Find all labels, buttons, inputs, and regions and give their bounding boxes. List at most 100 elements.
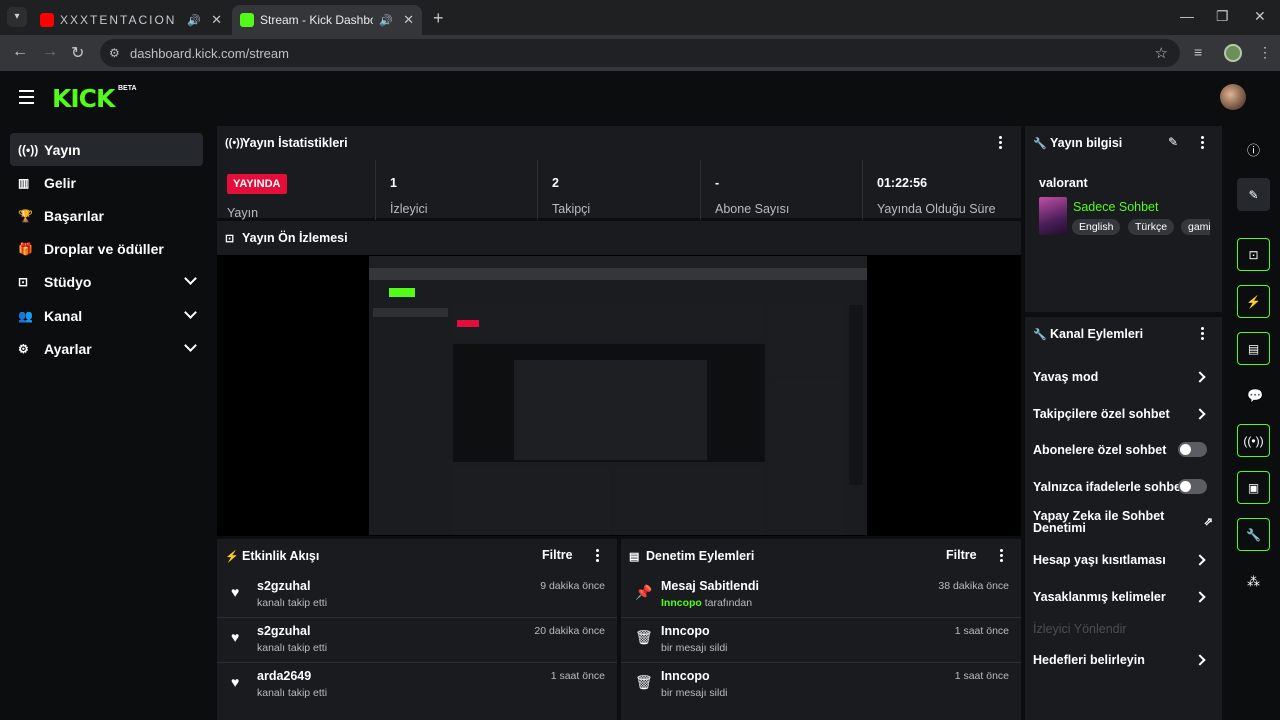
sidebar-item-droplar[interactable]: 🎁 Droplar ve ödüller [10,232,203,265]
chevron-down-icon[interactable] [184,272,197,285]
tab-title: Stream - Kick Dashboard [260,13,374,27]
chat-icon[interactable]: 💬 [1247,388,1263,404]
media-control-icon[interactable]: ≡ [1194,44,1202,60]
speaker-icon[interactable]: 🔊 [379,14,393,27]
sidebar-item-basarilar[interactable]: 🏆 Başarılar [10,199,203,232]
close-window-icon[interactable]: ✕ [1254,8,1266,25]
sidebar-item-kanal[interactable]: 👥 Kanal [10,299,203,332]
more-options-icon[interactable] [596,549,600,564]
close-tab-icon[interactable]: ✕ [211,12,222,28]
list-item: 🗑 Inncopo bir mesajı sildi 1 saat önce [621,662,1021,706]
close-tab-icon[interactable]: ✕ [403,12,414,28]
new-tab-icon[interactable]: + [433,8,444,29]
edit-stream-button[interactable]: ✎ [1237,178,1270,211]
speaker-icon[interactable]: 🔊 [187,14,201,27]
document-icon: ▤ [629,550,640,563]
moderator-name[interactable]: Inncopo [661,669,710,683]
list-item: ♥ s2gzuhal kanalı takip etti 20 dakika ö… [217,617,617,661]
emote-only-action: Yalnızca ifadelerle sohbet [1033,479,1214,494]
browser-profile-avatar[interactable] [1224,44,1242,62]
sidebar-item-yayin[interactable]: ((•)) Yayın [10,133,203,166]
info-icon[interactable]: ⓘ [1247,140,1260,159]
stat-label: Takipçi [552,202,591,216]
subscribers-only-toggle[interactable] [1178,442,1207,457]
panel-title: Etkinlik Akışı [242,549,320,563]
gift-icon: 🎁 [18,241,33,256]
chart-icon: ▥ [18,175,30,190]
ai-moderation-action[interactable]: Yapay Zeka ile Sohbet Denetimi ⇗ [1033,510,1213,535]
mini-addressbar [369,268,867,280]
panel-header: 🔧 Yayın bilgisi [1025,126,1222,160]
reload-icon[interactable]: ↻ [71,43,84,63]
forward-icon[interactable]: → [42,43,58,61]
chevron-down-icon[interactable] [184,306,197,319]
activity-user[interactable]: arda2649 [257,669,311,683]
mini-live-badge [457,320,479,327]
set-goals-action[interactable]: Hedefleri belirleyin [1033,653,1214,667]
nodes-icon[interactable]: ⁂ [1247,574,1260,590]
panel-header: ⊡ Yayın Ön İzlemesi [217,221,1021,255]
site-info-icon[interactable]: ⚙ [109,46,120,60]
more-options-icon[interactable] [999,136,1003,151]
filter-button[interactable]: Filtre [542,548,573,562]
mini-rail [849,305,863,485]
action-label: Hedefleri belirleyin [1033,653,1145,667]
more-options-icon[interactable] [1201,136,1205,151]
mini-moderation [615,466,765,535]
activity-user[interactable]: s2gzuhal [257,624,311,638]
moderation-toggle-button[interactable]: ▤ [1237,332,1270,365]
stream-info-panel: 🔧 Yayın bilgisi ✎ valorant Sadece Sohbet… [1025,126,1222,312]
stats-toggle-button[interactable]: ((•)) [1237,424,1270,457]
bookmark-star-icon[interactable]: ☆ [1155,44,1168,62]
kick-logo[interactable]: KICK [52,84,115,113]
maximize-icon[interactable]: ❐ [1216,8,1229,25]
mini-activity [453,466,611,535]
tab-title: XXXTENTACION Gre [60,13,181,27]
account-age-action[interactable]: Hesap yaşı kısıtlaması [1033,553,1214,567]
broadcast-icon: ((•)) [18,142,39,157]
sidebar-item-label: Stüdyo [44,273,92,290]
stream-title: Sadece Sohbet [1073,200,1159,214]
moderator-name[interactable]: Inncopo [661,597,702,609]
sidebar-item-label: Başarılar [44,207,104,224]
mini-tabbar [369,256,867,268]
mini-channel-actions [769,378,844,535]
more-options-icon[interactable] [1000,549,1004,564]
sidebar-item-label: Ayarlar [44,340,92,357]
hamburger-menu-icon[interactable] [19,90,34,108]
sidebar-item-ayarlar[interactable]: ⚙ Ayarlar [10,332,203,365]
activity-toggle-button[interactable]: ⚡ [1237,285,1270,318]
layout-toggle-button[interactable]: ▣ [1237,471,1270,504]
action-label: Hesap yaşı kısıtlaması [1033,553,1166,567]
heart-icon: ♥ [231,584,240,600]
channel-actions-toggle-button[interactable]: 🔧 [1237,518,1270,551]
user-avatar[interactable] [1220,84,1246,110]
stat-value: 1 [390,176,397,190]
sidebar-item-label: Kanal [44,307,83,324]
edit-pencil-icon[interactable]: ✎ [1168,135,1178,149]
back-icon[interactable]: ← [12,43,28,61]
preview-toggle-button[interactable]: ⊡ [1237,238,1270,271]
stream-preview-video[interactable] [369,256,867,535]
category-thumbnail [1039,197,1067,235]
sidebar-item-label: Gelir [44,174,76,191]
tab-search-button[interactable]: ▾ [7,7,27,27]
sidebar-item-gelir[interactable]: ▥ Gelir [10,166,203,199]
tab-youtube[interactable]: XXXTENTACION Gre 🔊 ✕ [32,5,230,35]
filter-button[interactable]: Filtre [946,548,977,562]
moderator-name[interactable]: Inncopo [661,624,710,638]
emote-only-toggle[interactable] [1178,479,1207,494]
banned-words-action[interactable]: Yasaklanmış kelimeler [1033,590,1214,604]
sidebar-item-studyo[interactable]: ⊡ Stüdyo [10,265,203,298]
menu-icon[interactable]: ⋮ [1258,44,1272,61]
followers-only-action[interactable]: Takipçilere özel sohbet [1033,407,1214,421]
action-label: Yavaş mod [1033,370,1099,384]
minimize-icon[interactable]: — [1180,8,1194,24]
panel-title: Yayın Ön İzlemesi [242,231,348,245]
tab-kick-dashboard[interactable]: Stream - Kick Dashboard 🔊 ✕ [232,5,422,35]
chevron-down-icon[interactable] [184,339,197,352]
address-bar[interactable]: ⚙ dashboard.kick.com/stream ☆ [100,39,1180,67]
more-options-icon[interactable] [1201,327,1205,342]
activity-user[interactable]: s2gzuhal [257,579,311,593]
slow-mode-action[interactable]: Yavaş mod [1033,370,1214,384]
